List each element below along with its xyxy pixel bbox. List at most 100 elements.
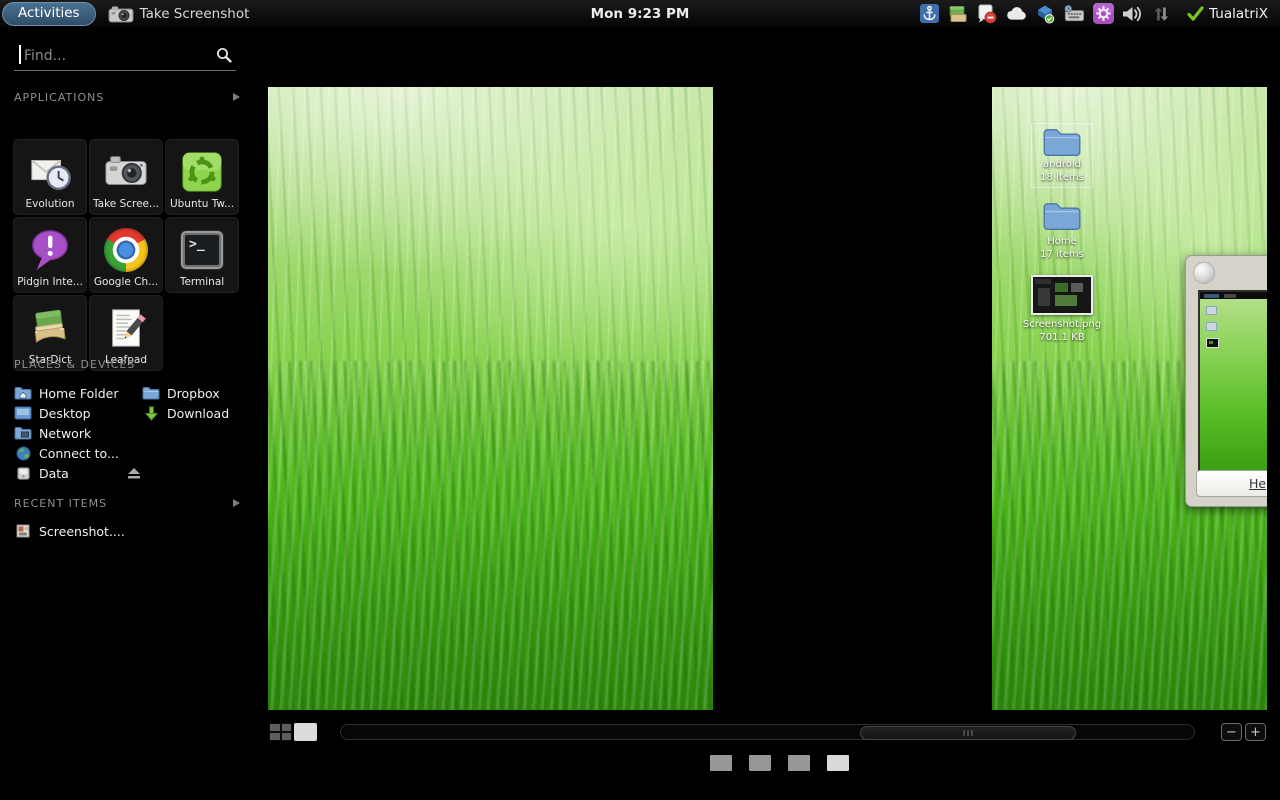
grid-view-icon[interactable] xyxy=(269,723,292,741)
desktop-icon-android[interactable]: android 18 items xyxy=(1006,123,1118,188)
globe-icon xyxy=(14,446,32,461)
folder-icon xyxy=(142,386,160,400)
app-evolution[interactable]: Evolution xyxy=(13,139,87,215)
arrows-updown-icon[interactable] xyxy=(1150,3,1172,25)
app-label: Terminal xyxy=(180,276,224,288)
folder-icon xyxy=(1042,200,1082,232)
expand-arrow-icon[interactable] xyxy=(233,499,240,507)
overview-sidebar: APPLICATIONS Evolution xyxy=(0,27,254,800)
disk-icon xyxy=(14,466,32,481)
remove-workspace-button[interactable]: − xyxy=(1221,723,1242,741)
place-home-folder[interactable]: Home Folder xyxy=(14,383,142,403)
place-dropbox[interactable]: Dropbox xyxy=(142,383,242,403)
applications-header: APPLICATIONS xyxy=(14,90,240,104)
place-download[interactable]: Download xyxy=(142,403,242,423)
place-data[interactable]: Data xyxy=(14,463,142,483)
tweak-gear-icon[interactable] xyxy=(1092,3,1114,25)
recent-header-label: RECENT ITEMS xyxy=(14,497,107,510)
activities-button[interactable]: Activities xyxy=(2,2,96,26)
magnifier-icon xyxy=(216,47,232,63)
ubuntu-tweak-icon xyxy=(179,147,225,197)
place-label: Data xyxy=(39,466,69,481)
screenshot-thumbnail xyxy=(1031,275,1093,315)
place-label: Network xyxy=(39,426,91,441)
recent-items-header: RECENT ITEMS xyxy=(14,496,240,510)
desktop-icon-detail: 17 items xyxy=(1040,248,1084,261)
terminal-icon xyxy=(180,225,224,275)
workspace-indicator-active[interactable] xyxy=(827,755,849,771)
help-button-label: He xyxy=(1249,476,1266,491)
home-folder-icon xyxy=(14,386,32,400)
workspace-thumbnail-1[interactable] xyxy=(268,87,713,710)
places-header: PLACES & DEVICES xyxy=(14,357,240,371)
app-label: Google Ch... xyxy=(94,276,158,288)
username: TualatriX xyxy=(1209,6,1268,22)
system-tray: TualatriX xyxy=(918,0,1280,27)
mini-desktop-icon xyxy=(1206,322,1217,331)
desktop-icon-screenshot-png[interactable]: Screenshot.png 701.1 KB xyxy=(1006,275,1118,344)
workspace-indicator[interactable] xyxy=(749,755,771,771)
view-toggle-group xyxy=(269,723,317,741)
single-view-icon[interactable] xyxy=(294,723,317,741)
desktop-icon-detail: 701.1 KB xyxy=(1039,331,1084,344)
leafpad-notepad-icon xyxy=(103,303,149,353)
selection-box: android 18 items xyxy=(1031,123,1093,188)
volume-icon[interactable] xyxy=(1121,3,1143,25)
place-connect-to[interactable]: Connect to... xyxy=(14,443,142,463)
application-grid: Evolution Take Scree... xyxy=(13,139,247,371)
places-left-column: Home Folder Desktop Network xyxy=(14,383,142,483)
app-menu[interactable]: Take Screenshot xyxy=(108,5,250,23)
workspace-indicator[interactable] xyxy=(710,755,732,771)
camera-icon xyxy=(103,147,149,197)
dropbox-icon[interactable] xyxy=(1034,3,1056,25)
help-button[interactable]: He xyxy=(1196,470,1267,497)
app-ubuntu-tweak[interactable]: Ubuntu Tw... xyxy=(165,139,239,215)
app-terminal[interactable]: Terminal xyxy=(165,217,239,293)
place-desktop[interactable]: Desktop xyxy=(14,403,142,423)
workspace-thumbnail-2[interactable]: android 18 items Home 17 items Screensho… xyxy=(992,87,1267,710)
evolution-mail-icon xyxy=(27,147,73,197)
camera-icon xyxy=(108,5,134,23)
anchor-icon[interactable] xyxy=(918,3,940,25)
download-arrow-icon xyxy=(142,406,160,421)
screenshot-preview-image xyxy=(1198,290,1267,472)
app-menu-title: Take Screenshot xyxy=(140,6,250,22)
desktop-icon-label: Home xyxy=(1047,235,1077,248)
mini-top-bar xyxy=(1200,292,1267,299)
workspace-scrollbar-track[interactable] xyxy=(340,724,1195,740)
screenshot-dialog-window[interactable]: He xyxy=(1185,255,1267,507)
desktop-icon-detail: 18 items xyxy=(1040,171,1084,184)
recent-item-label: Screenshot.... xyxy=(39,524,125,539)
eject-icon[interactable] xyxy=(126,467,142,479)
app-take-screenshot[interactable]: Take Scree... xyxy=(89,139,163,215)
place-label: Dropbox xyxy=(167,386,220,401)
add-workspace-button[interactable]: + xyxy=(1245,723,1266,741)
place-label: Connect to... xyxy=(39,446,119,461)
search-input[interactable] xyxy=(22,44,211,68)
pidgin-bubble-icon xyxy=(27,225,73,275)
search-field[interactable] xyxy=(14,42,236,71)
cloud-icon[interactable] xyxy=(1005,3,1027,25)
app-label: Ubuntu Tw... xyxy=(170,198,234,210)
place-network[interactable]: Network xyxy=(14,423,142,443)
chrome-icon xyxy=(104,225,148,275)
folder-icon xyxy=(1042,126,1082,158)
expand-arrow-icon[interactable] xyxy=(233,93,240,101)
network-folder-icon xyxy=(14,426,32,440)
stardict-books-icon xyxy=(27,303,73,353)
user-menu[interactable]: TualatriX xyxy=(1187,6,1268,22)
desktop-icon-home[interactable]: Home 17 items xyxy=(1006,200,1118,261)
stardict-books-icon[interactable] xyxy=(947,3,969,25)
app-google-chrome[interactable]: Google Ch... xyxy=(89,217,163,293)
place-label: Desktop xyxy=(39,406,91,421)
image-thumbnail-icon xyxy=(14,524,32,538)
recent-item-screenshot[interactable]: Screenshot.... xyxy=(14,521,194,541)
workspace-scrollbar-handle[interactable] xyxy=(860,726,1076,740)
app-pidgin[interactable]: Pidgin Inte... xyxy=(13,217,87,293)
green-check-icon xyxy=(1187,6,1204,21)
desktop-icon-label: Screenshot.png xyxy=(1023,318,1101,331)
notification-busy-icon[interactable] xyxy=(976,3,998,25)
top-bar-left: Activities Take Screenshot xyxy=(0,0,249,27)
workspace-indicator[interactable] xyxy=(788,755,810,771)
keyboard-clock-icon[interactable] xyxy=(1063,3,1085,25)
